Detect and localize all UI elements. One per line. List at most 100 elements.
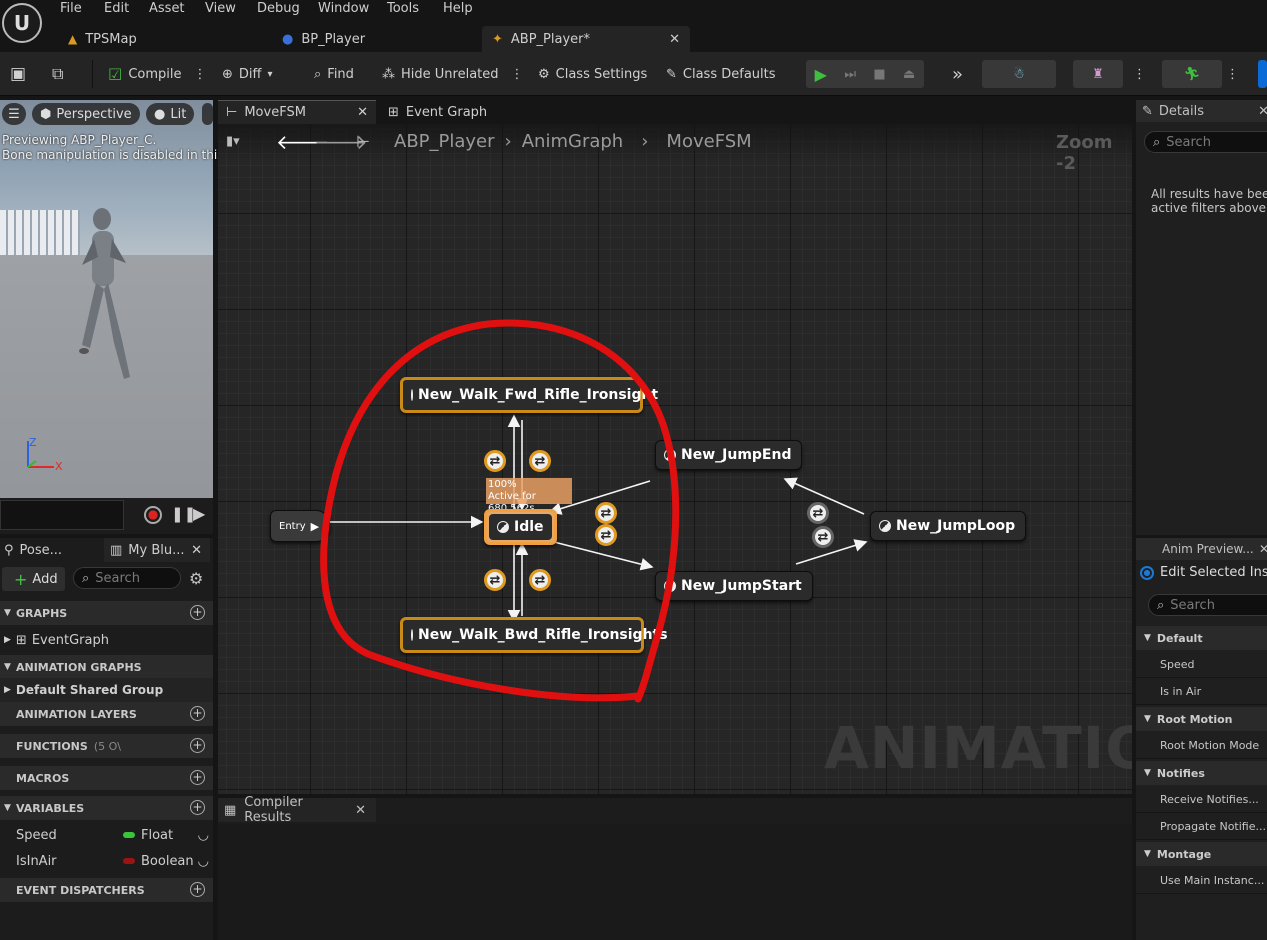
property-use-main-instance[interactable]: Use Main Instanc... [1136,868,1267,894]
section-default[interactable]: ▼ Default [1136,626,1267,650]
perspective-button[interactable]: ⬢ Perspective [32,103,140,125]
close-tab-icon[interactable]: ✕ [357,105,368,120]
property-receive-notifies[interactable]: Receive Notifies... [1136,787,1267,813]
add-graph-icon[interactable]: + [190,605,205,620]
browse-button[interactable]: ⧉ [52,52,63,96]
section-notifies[interactable]: ▼ Notifies [1136,761,1267,785]
add-dispatcher-icon[interactable]: + [190,882,205,897]
section-montage[interactable]: ▼ Montage [1136,842,1267,866]
unreal-logo-icon[interactable]: U [2,3,42,43]
add-button[interactable]: + Add [2,567,65,591]
property-propagate-notifies[interactable]: Propagate Notifie... [1136,814,1267,840]
hide-unrelated-button[interactable]: ⁂ Hide Unrelated ⋮ [382,52,524,96]
more-icon[interactable]: ⋮ [194,67,207,82]
edit-selected-instance-radio[interactable]: Edit Selected Insta [1140,565,1267,580]
more-icon[interactable]: ⋮ [1226,52,1239,96]
property-root-motion-mode[interactable]: Root Motion Mode [1136,733,1267,759]
close-tab-icon[interactable]: ✕ [1258,104,1267,119]
state-machine-graph[interactable]: ▮▾ 🡐 🡒 ⊢ ABP_Player › AnimGraph › MoveFS… [218,124,1132,794]
visibility-eye-icon[interactable]: ◡ [198,828,209,843]
menu-file[interactable]: File [60,1,82,16]
property-speed[interactable]: Speed [1136,652,1267,678]
variable-row-speed[interactable]: Speed Float ◡ [0,823,213,847]
doc-tab-abp-player[interactable]: ✦ ABP_Player* ✕ [482,26,690,52]
tab-compiler-results[interactable]: ▦ Compiler Results ✕ [218,795,376,825]
visibility-eye-icon[interactable]: ◡ [198,854,209,869]
blueprint-mode-button[interactable] [1258,60,1267,88]
tab-movefsm[interactable]: ⊢ MoveFSM ✕ [218,100,376,124]
variable-name: IsInAir [16,853,57,869]
record-icon[interactable] [144,506,162,524]
toolbar: ▣ ⧉ ☑ Compile ⋮ ⊕ Diff ▾ ⌕ Find ⁂ Hide U… [0,52,1267,96]
more-icon[interactable]: ⋮ [511,67,524,82]
menu-view[interactable]: View [205,1,236,16]
add-macro-icon[interactable]: + [190,770,205,785]
step-icon[interactable]: ⏭ [844,67,856,82]
gear-icon[interactable]: ⚙ [189,569,203,588]
close-tab-icon[interactable]: ✕ [669,32,680,47]
menu-help[interactable]: Help [443,1,473,16]
close-tab-icon[interactable]: ✕ [355,803,366,818]
tab-pose-watch[interactable]: ⚲ Pose... [4,538,62,562]
section-variables[interactable]: ▼ VARIABLES + [0,796,213,820]
default-shared-group-item[interactable]: ▶ Default Shared Group [0,678,213,702]
property-is-in-air[interactable]: Is in Air [1136,679,1267,705]
save-button[interactable]: ▣ [10,52,26,96]
add-layer-icon[interactable]: + [190,706,205,721]
caret-down-icon: ▼ [4,608,11,618]
caret-down-icon: ▼ [1144,714,1151,724]
section-root-motion[interactable]: ▼ Root Motion [1136,707,1267,731]
compile-label: Compile [128,66,182,82]
section-macros[interactable]: MACROS + [0,766,213,790]
close-tab-icon[interactable]: ✕ [1259,542,1267,556]
play-icon[interactable]: ▶ [815,65,827,84]
details-search-input[interactable]: ⌕ Search [1144,131,1267,153]
menu-window[interactable]: Window [318,1,369,16]
preview-viewport[interactable]: ☰ ⬢ Perspective ● Lit Previewing ABP_Pla… [0,100,223,498]
bone-manipulation-text: Bone manipulation is disabled in this [2,148,224,162]
anim-preview-search-input[interactable]: ⌕ Search [1148,594,1267,616]
eject-icon[interactable]: ⏏ [903,67,915,82]
viewport-options-button[interactable] [202,103,213,125]
my-blueprint-search-input[interactable]: ⌕ Search [73,567,181,589]
class-settings-button[interactable]: ⚙ Class Settings [538,52,647,96]
tab-event-graph[interactable]: ⊞ Event Graph [380,100,495,124]
doc-tab-tpsmap[interactable]: ▲ TPSMap [58,26,147,52]
class-defaults-button[interactable]: ✎ Class Defaults [666,52,776,96]
add-variable-icon[interactable]: + [190,800,205,815]
doc-tab-bp-player[interactable]: ● BP_Player [272,26,375,52]
diff-button[interactable]: ⊕ Diff ▾ [222,52,273,96]
item-label: Default Shared Group [15,683,164,697]
stop-icon[interactable]: ■ [873,67,885,82]
section-event-dispatchers[interactable]: EVENT DISPATCHERS + [0,878,213,902]
variable-type: Boolean [141,853,194,869]
find-button[interactable]: ⌕ Find [314,52,354,96]
lit-button[interactable]: ● Lit [146,103,195,125]
timeline-scrub-bar[interactable] [0,500,124,530]
menu-edit[interactable]: Edit [104,1,129,16]
menu-tools[interactable]: Tools [387,1,419,16]
tab-details[interactable]: ✎ Details ✕ [1136,100,1267,122]
more-icon[interactable]: ⋮ [1133,52,1146,96]
event-graph-item[interactable]: ▶ ⊞ EventGraph [0,628,213,652]
step-forward-icon[interactable]: ▶ [193,504,205,523]
play-controls: ▶ ⏭ ■ ⏏ [806,60,924,88]
diff-label: Diff [238,66,262,82]
menu-asset[interactable]: Asset [149,1,185,16]
viewport-menu-button[interactable]: ☰ [2,103,26,125]
section-graphs[interactable]: ▼ GRAPHS + [0,601,213,625]
section-functions[interactable]: FUNCTIONS (5 O\ + [0,734,213,758]
skeleton-mode-button[interactable]: ☃ [982,60,1056,88]
tab-anim-preview[interactable]: Anim Preview... ✕ [1136,538,1267,560]
more-options-icon[interactable]: » [952,52,963,96]
tab-my-blueprint[interactable]: ▥ My Blu... ✕ [104,538,210,562]
section-animation-layers[interactable]: ANIMATION LAYERS + [0,702,213,726]
menu-debug[interactable]: Debug [257,1,300,16]
variable-row-isinair[interactable]: IsInAir Boolean ◡ [0,849,213,873]
mesh-mode-button[interactable]: ♜ [1073,60,1123,88]
add-function-icon[interactable]: + [190,738,205,753]
close-tab-icon[interactable]: ✕ [191,543,202,558]
compile-button[interactable]: ☑ Compile ⋮ [108,52,207,96]
animation-mode-button[interactable]: 🏃︎ [1162,60,1222,88]
section-animation-graphs[interactable]: ▼ ANIMATION GRAPHS [0,655,213,679]
